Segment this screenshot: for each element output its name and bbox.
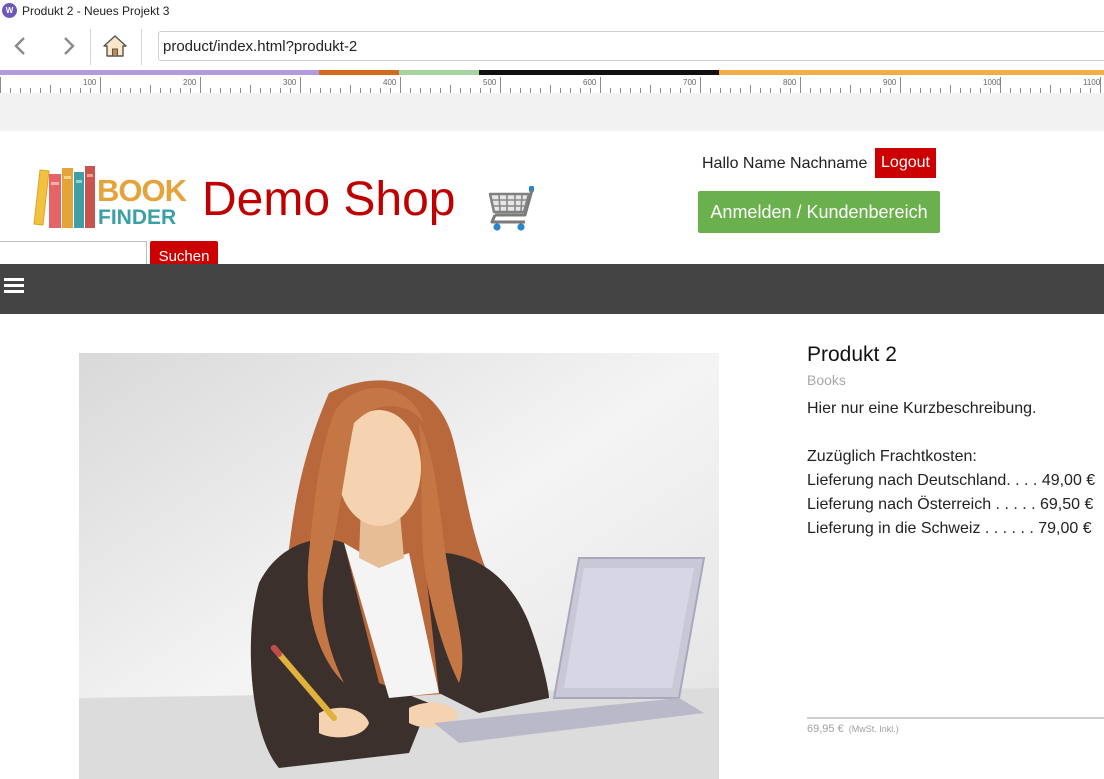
logo-text-finder: FINDER [98, 206, 177, 229]
home-icon [103, 35, 127, 57]
logout-button[interactable]: Logout [875, 148, 936, 178]
shipping-costs-title: Zuzüglich Frachtkosten: [807, 448, 977, 465]
hamburger-menu-icon [4, 278, 24, 281]
hamburger-menu-icon [4, 284, 24, 287]
shopping-cart-icon [488, 186, 534, 231]
ruler-label: 400 [383, 78, 397, 87]
ruler-label: 1100 [1083, 78, 1101, 87]
woman-at-laptop-illustration [79, 353, 719, 779]
chevron-left-icon [14, 37, 25, 55]
ruler-scale: 100 200 300 400 500 600 700 800 900 1000 1100 [0, 77, 1101, 93]
price-tax-note: (MwSt. Inkl.) [848, 724, 899, 734]
shop-title: Demo Shop [202, 173, 456, 226]
user-greeting: Hallo Name Nachname [702, 155, 868, 172]
page-top-margin [0, 93, 1104, 131]
app-logo-icon: W [2, 3, 17, 18]
product-short-description: Hier nur eine Kurzbeschreibung. [807, 400, 1037, 417]
ruler-label: 100 [83, 78, 97, 87]
pixel-ruler: 100 200 300 400 500 600 700 800 900 1000 1100 [0, 75, 1104, 93]
price-value: 69,95 € [807, 723, 844, 735]
chevron-right-icon [64, 37, 75, 55]
back-button[interactable] [8, 33, 34, 59]
address-bar-text: product/index.html?produkt-2 [163, 38, 358, 55]
toolbar-divider [90, 29, 91, 65]
shipping-line-austria: Lieferung nach Österreich . . . . . 69,5… [807, 496, 1094, 513]
book-finder-logo[interactable]: BOOK FINDER [30, 162, 187, 232]
price-divider [807, 717, 1104, 719]
window-title: Produkt 2 - Neues Projekt 3 [22, 4, 170, 18]
hamburger-menu-icon [4, 290, 24, 293]
logo-text-book: BOOK [97, 173, 187, 208]
main-navigation-bar [0, 264, 1104, 314]
ruler-label: 200 [183, 78, 197, 87]
ruler-label: 1000 [983, 78, 1001, 87]
login-account-button[interactable]: Anmelden / Kundenbereich [698, 191, 940, 233]
ruler-label: 500 [483, 78, 497, 87]
ruler-label: 600 [583, 78, 597, 87]
forward-button[interactable] [55, 33, 81, 59]
menu-toggle-button[interactable] [4, 278, 24, 294]
ruler-label: 900 [883, 78, 897, 87]
home-button[interactable] [102, 33, 128, 59]
product-image [79, 353, 719, 779]
ruler-label: 700 [683, 78, 697, 87]
cart-button[interactable] [485, 185, 539, 233]
shipping-line-switzerland: Lieferung in die Schweiz . . . . . . 79,… [807, 520, 1092, 537]
ruler-label: 800 [783, 78, 797, 87]
toolbar-divider [141, 29, 142, 65]
ruler-label: 300 [283, 78, 297, 87]
product-category-link[interactable]: Books [807, 372, 846, 388]
product-price: 69,95 € (MwSt. Inkl.) [807, 723, 899, 735]
product-name: Produkt 2 [807, 343, 897, 366]
shipping-line-germany: Lieferung nach Deutschland. . . . 49,00 … [807, 472, 1096, 489]
